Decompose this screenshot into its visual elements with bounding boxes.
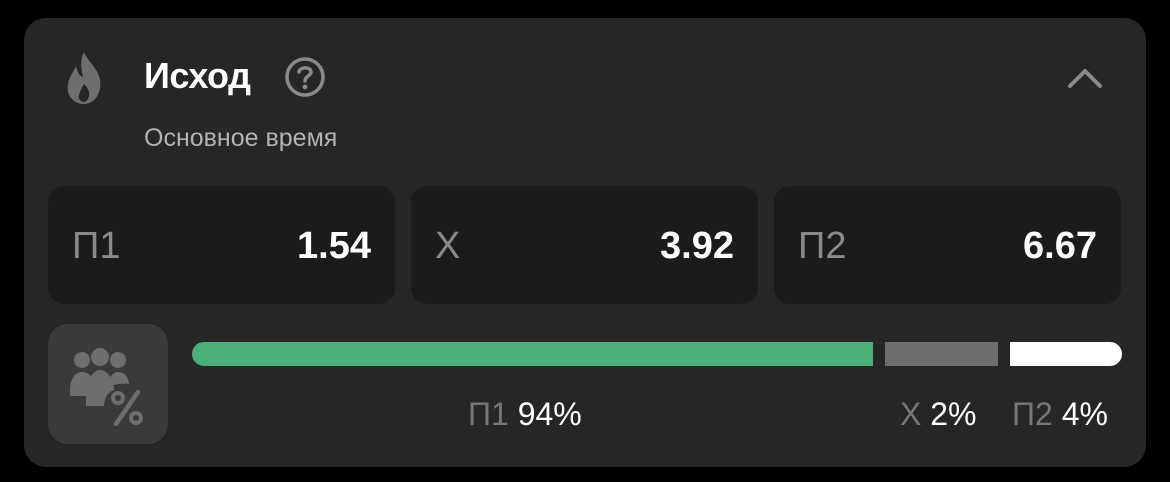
distribution-label-x: Х 2% — [900, 394, 976, 434]
market-title: Исход — [144, 55, 251, 96]
odds-label: П2 — [798, 225, 847, 267]
odds-label: П1 — [72, 225, 121, 267]
distribution-percent: 4% — [1061, 396, 1108, 432]
distribution-percent: 94% — [517, 396, 582, 432]
flame-icon — [67, 52, 101, 104]
odds-value: 3.92 — [660, 225, 734, 267]
chevron-up-icon[interactable] — [1064, 62, 1106, 92]
people-percent-icon — [70, 348, 143, 426]
distribution-bar-x — [885, 342, 998, 366]
odds-tile-p2[interactable]: П2 6.67 — [774, 186, 1121, 304]
odds-tile-x[interactable]: Х 3.92 — [411, 186, 758, 304]
distribution-percent: 2% — [930, 396, 977, 432]
distribution-bar-p1 — [192, 342, 873, 366]
distribution-label-p2: П2 4% — [1012, 394, 1108, 434]
distribution-outcome: Х — [900, 396, 922, 432]
distribution-label-p1: П1 94% — [468, 394, 582, 434]
odds-value: 6.67 — [1023, 225, 1097, 267]
bets-distribution-button[interactable] — [48, 324, 168, 444]
odds-label: Х — [435, 225, 461, 267]
distribution-bar-p2 — [1010, 342, 1122, 366]
odds-tile-p1[interactable]: П1 1.54 — [48, 186, 395, 304]
distribution-outcome: П2 — [1012, 396, 1053, 432]
question-circle-icon[interactable] — [284, 56, 326, 98]
market-subtitle: Основное время — [144, 124, 338, 152]
odds-value: 1.54 — [297, 225, 371, 267]
outcome-market-card: Исход Основное время П1 1.54 Х 3.92 П2 6… — [24, 18, 1146, 467]
distribution-outcome: П1 — [468, 396, 509, 432]
